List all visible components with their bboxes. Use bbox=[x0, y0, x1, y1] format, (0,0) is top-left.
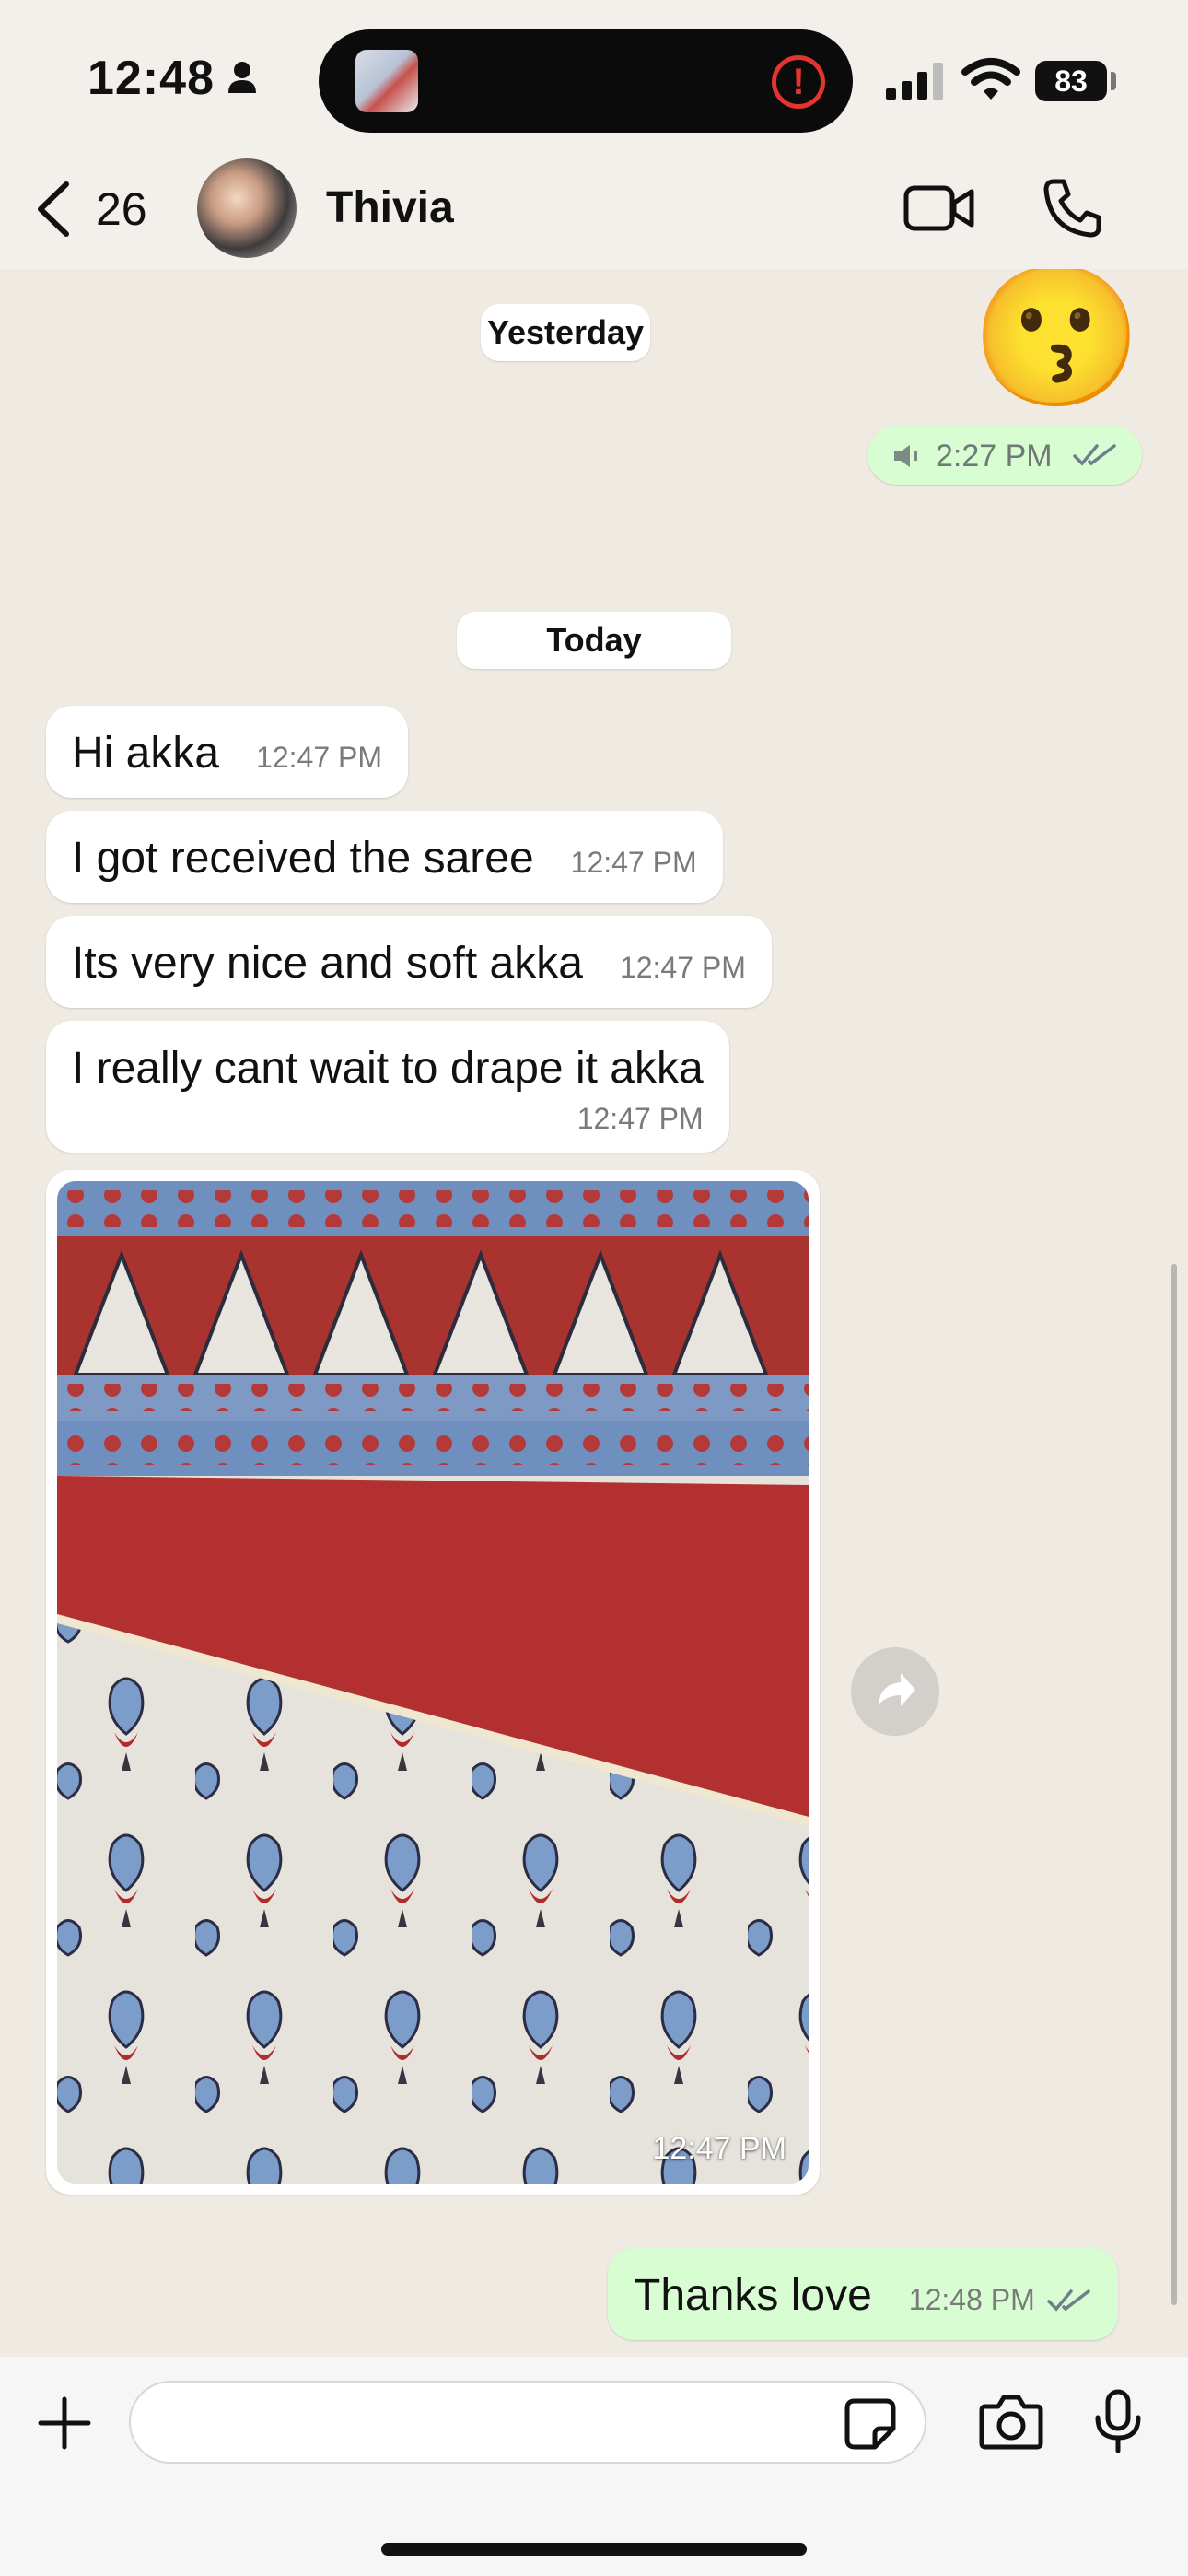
status-time: 12:48 bbox=[87, 52, 215, 105]
image-time: 12:47 PM bbox=[652, 2131, 786, 2166]
back-chevron-icon[interactable] bbox=[33, 179, 74, 244]
status-bar: 12:48 ! 83 bbox=[0, 0, 1188, 157]
message-text: Hi akka bbox=[72, 729, 220, 778]
message-input[interactable] bbox=[129, 2381, 926, 2464]
sticker-icon[interactable] bbox=[844, 2397, 897, 2455]
forward-button[interactable] bbox=[851, 1647, 939, 1736]
message-time: 12:47 PM bbox=[577, 1102, 704, 1135]
incoming-message[interactable]: Hi akka 12:47 PM bbox=[46, 706, 409, 798]
composer-bar bbox=[0, 2357, 1188, 2576]
wifi-icon bbox=[961, 57, 1020, 106]
message-text: I really cant wait to drape it akka bbox=[72, 1044, 704, 1093]
incoming-message[interactable]: Its very nice and soft akka 12:47 PM bbox=[46, 916, 772, 1008]
battery-level: 83 bbox=[1035, 61, 1107, 101]
chat-header: 26 Thivia bbox=[0, 157, 1188, 269]
message-time: 12:47 PM bbox=[619, 951, 746, 984]
chat-scrollbar[interactable] bbox=[1171, 1264, 1177, 2305]
message-text: Thanks love bbox=[634, 2271, 872, 2320]
voice-call-icon[interactable] bbox=[1041, 177, 1103, 244]
outgoing-message[interactable]: Thanks love 12:48 PM bbox=[608, 2248, 1119, 2340]
cellular-signal-icon bbox=[884, 61, 945, 106]
message-text: Its very nice and soft akka bbox=[72, 939, 583, 988]
battery-tip bbox=[1111, 72, 1116, 90]
message-time: 12:47 PM bbox=[256, 741, 383, 774]
unread-count[interactable]: 26 bbox=[96, 182, 147, 236]
emoji-message[interactable]: 😗 bbox=[971, 269, 1143, 415]
read-ticks-icon bbox=[1046, 2288, 1092, 2318]
saree-photo[interactable]: 12:47 PM bbox=[57, 1181, 809, 2184]
incoming-image-message[interactable]: 12:47 PM bbox=[46, 1170, 820, 2195]
home-indicator bbox=[381, 2543, 807, 2556]
speaker-icon bbox=[891, 442, 921, 474]
message-text: I got received the saree bbox=[72, 834, 534, 883]
forward-arrow-icon bbox=[879, 1673, 915, 1706]
camera-icon[interactable] bbox=[978, 2392, 1044, 2455]
video-call-icon[interactable] bbox=[903, 181, 976, 240]
read-ticks-icon bbox=[1072, 442, 1118, 473]
live-activity-thumbnail bbox=[355, 50, 418, 112]
outgoing-sticker-meta: 2:27 PM bbox=[868, 426, 1142, 485]
date-separator-today: Today bbox=[457, 612, 731, 669]
message-time: 12:48 PM bbox=[908, 2283, 1035, 2316]
incoming-message[interactable]: I got received the saree 12:47 PM bbox=[46, 811, 723, 903]
contact-name[interactable]: Thivia bbox=[326, 182, 454, 233]
contact-avatar[interactable] bbox=[197, 158, 297, 258]
plus-icon[interactable] bbox=[35, 2394, 94, 2457]
message-time: 12:47 PM bbox=[570, 846, 697, 879]
microphone-icon[interactable] bbox=[1092, 2388, 1144, 2459]
chat-area[interactable]: Yesterday 😗 2:27 PM Today Hi akka 12:47 P… bbox=[0, 269, 1188, 2357]
alert-icon: ! bbox=[772, 55, 825, 109]
date-separator-yesterday: Yesterday bbox=[481, 304, 650, 361]
message-time: 2:27 PM bbox=[936, 439, 1053, 474]
incoming-message[interactable]: I really cant wait to drape it akka 12:4… bbox=[46, 1021, 729, 1153]
person-icon bbox=[227, 61, 258, 99]
dynamic-island[interactable]: ! bbox=[319, 29, 853, 133]
